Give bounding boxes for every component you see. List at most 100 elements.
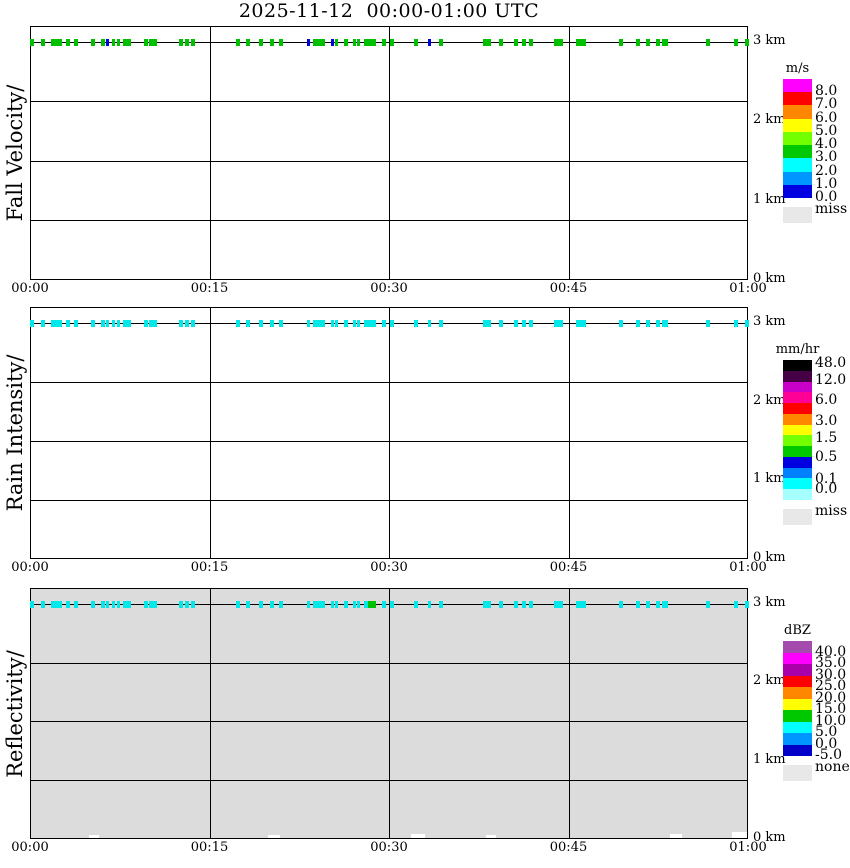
echo-mark bbox=[390, 38, 395, 46]
echo-mark bbox=[279, 600, 284, 608]
echo-mark bbox=[100, 600, 105, 608]
echo-mark bbox=[733, 38, 738, 46]
echo-mark bbox=[706, 600, 711, 608]
gridline-vertical bbox=[389, 308, 390, 558]
colorbar-segment bbox=[783, 171, 812, 185]
gridline-vertical bbox=[389, 27, 390, 279]
chart-title: 2025-11-12 00:00-01:00 UTC bbox=[238, 0, 540, 22]
echo-mark bbox=[706, 319, 711, 327]
echo-mark bbox=[269, 38, 274, 46]
echo-mark bbox=[646, 38, 651, 46]
colorbar bbox=[783, 641, 812, 756]
echo-mark bbox=[236, 319, 241, 327]
echo-mark bbox=[55, 319, 63, 327]
echo-mark bbox=[390, 319, 395, 327]
echo-mark bbox=[439, 38, 444, 46]
colorbar-segment bbox=[783, 392, 812, 404]
time-tick-label: 01:00 bbox=[729, 281, 767, 296]
colorbar-segment bbox=[783, 370, 812, 382]
echo-mark bbox=[744, 38, 749, 46]
echo-mark bbox=[307, 38, 311, 46]
colorbar-segment bbox=[783, 424, 812, 436]
echo-mark bbox=[390, 600, 395, 608]
echo-mark bbox=[646, 319, 651, 327]
time-tick-label: 00:15 bbox=[190, 840, 229, 855]
echo-mark bbox=[368, 600, 377, 608]
colorbar bbox=[783, 79, 812, 198]
height-label: 2 km bbox=[753, 112, 786, 128]
echo-mark bbox=[334, 600, 338, 608]
height-label: 1 km bbox=[753, 751, 786, 767]
time-tick-label: 00:30 bbox=[370, 281, 408, 296]
colorbar-segment bbox=[783, 413, 812, 425]
echo-mark bbox=[513, 319, 518, 327]
echo-mark bbox=[656, 319, 661, 327]
colorbar-missing-label: none bbox=[815, 759, 850, 775]
echo-mark bbox=[122, 600, 131, 608]
time-tick-label: 00:30 bbox=[370, 840, 408, 855]
echo-mark bbox=[529, 600, 534, 608]
mrr-quicklook-chart: 2025-11-12 00:00-01:00 UTC Fall Velocity… bbox=[0, 0, 850, 868]
echo-mark bbox=[106, 600, 110, 608]
plot-area-fall-velocity bbox=[30, 26, 749, 280]
gridline-vertical bbox=[568, 27, 570, 279]
surface-gap-mark bbox=[731, 832, 747, 838]
echo-mark bbox=[662, 600, 669, 608]
colorbar-segment bbox=[783, 184, 812, 198]
echo-mark bbox=[258, 38, 263, 46]
plot-area-rain-intensity bbox=[30, 307, 749, 559]
echo-mark bbox=[153, 600, 158, 608]
colorbar-segment bbox=[783, 698, 812, 710]
echo-mark bbox=[106, 319, 110, 327]
colorbar-unit-label: dBZ bbox=[784, 623, 811, 638]
echo-mark bbox=[190, 38, 195, 46]
y-axis-title-wrap: Fall Velocity/ bbox=[0, 26, 30, 280]
time-tick-label: 00:00 bbox=[11, 840, 49, 855]
echo-mark bbox=[143, 319, 148, 327]
echo-mark bbox=[482, 319, 487, 327]
echo-mark bbox=[40, 319, 45, 327]
echo-mark bbox=[100, 319, 105, 327]
echo-mark bbox=[487, 319, 492, 327]
colorbar-segment bbox=[783, 79, 812, 93]
echo-mark bbox=[513, 600, 518, 608]
echo-mark bbox=[313, 319, 326, 327]
height-label: 3 km bbox=[753, 32, 786, 48]
echo-mark bbox=[414, 600, 419, 608]
colorbar-missing-swatch bbox=[783, 207, 812, 223]
colorbar-segment bbox=[783, 105, 812, 119]
colorbar-missing-swatch bbox=[783, 765, 812, 781]
echo-mark bbox=[522, 38, 527, 46]
colorbar-segment bbox=[783, 158, 812, 172]
echo-mark bbox=[116, 600, 120, 608]
colorbar-segment bbox=[783, 360, 812, 371]
echo-mark bbox=[50, 600, 55, 608]
echo-mark bbox=[499, 319, 504, 327]
echo-mark bbox=[427, 600, 431, 608]
echo-mark bbox=[744, 600, 749, 608]
time-tick-label: 01:00 bbox=[729, 840, 767, 855]
echo-mark bbox=[635, 38, 640, 46]
echo-mark bbox=[190, 600, 195, 608]
height-label: 3 km bbox=[753, 313, 786, 329]
colorbar-segment bbox=[783, 467, 812, 479]
colorbar-segment bbox=[783, 664, 812, 676]
echo-mark bbox=[343, 600, 348, 608]
time-tick-label: 00:45 bbox=[549, 840, 588, 855]
echo-mark bbox=[190, 319, 195, 327]
echo-mark bbox=[427, 319, 431, 327]
echo-mark bbox=[744, 319, 749, 327]
colorbar-segment bbox=[783, 446, 812, 457]
echo-mark bbox=[482, 600, 487, 608]
colorbar-segment bbox=[783, 489, 812, 500]
surface-gap-mark bbox=[267, 835, 280, 838]
echo-mark bbox=[382, 319, 387, 327]
colorbar-tick-label: 48.0 bbox=[815, 355, 847, 372]
colorbar-tick-label: 12.0 bbox=[815, 372, 847, 388]
echo-mark bbox=[334, 38, 338, 46]
echo-mark bbox=[334, 319, 338, 327]
echo-mark bbox=[554, 600, 564, 608]
surface-gap-mark bbox=[410, 834, 425, 838]
height-label: 2 km bbox=[753, 673, 786, 689]
echo-mark bbox=[576, 319, 587, 327]
